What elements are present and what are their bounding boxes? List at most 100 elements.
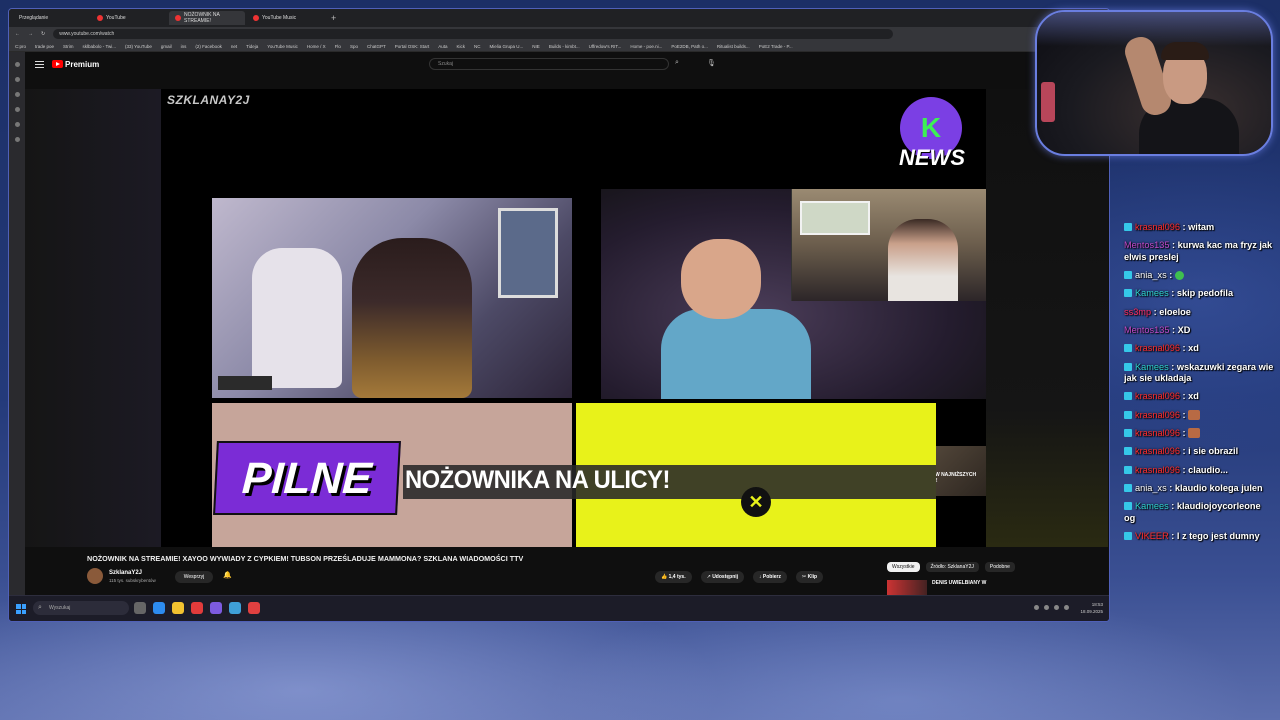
led-light — [1037, 12, 1271, 46]
chat-username: VIKEER — [1135, 530, 1169, 541]
bookmark-item[interactable]: PoE2 Trade - P... — [759, 44, 793, 49]
forward-icon[interactable]: → — [28, 31, 33, 37]
chat-message: Mentos135 : XD — [1124, 324, 1191, 335]
bookmark-item[interactable]: (33) YouTube — [125, 44, 152, 49]
edge-icon[interactable] — [153, 602, 165, 614]
search-input[interactable]: Szukaj — [429, 58, 669, 70]
sidebar-icon[interactable] — [14, 62, 20, 67]
share-button[interactable]: ↗ Udostępnij — [700, 571, 745, 583]
steam-icon[interactable] — [229, 602, 241, 614]
tray-icon[interactable] — [1034, 605, 1039, 610]
bookmark-item[interactable]: gmail — [161, 44, 172, 49]
bookmark-item[interactable]: Portal OSK: Start — [395, 44, 430, 49]
chat-message: Kamees : klaudiojoycorleone og — [1124, 501, 1261, 523]
tab-browsing[interactable]: Przeglądanie — [13, 11, 89, 25]
clip-button[interactable]: ✂ Klip — [795, 571, 824, 583]
chat-username: krasnal096 — [1135, 427, 1180, 438]
bookmark-item[interactable]: PoE2DB, Path o... — [671, 44, 708, 49]
bookmark-item[interactable]: Kick — [457, 44, 466, 49]
bookmark-item[interactable]: YouTube Music — [267, 44, 298, 49]
sidebar-icon[interactable] — [14, 122, 20, 127]
clock-date: 18.09.2025 — [1080, 609, 1103, 614]
app-icon[interactable] — [210, 602, 222, 614]
windows-start-icon[interactable] — [16, 604, 26, 614]
wifi-icon[interactable] — [1054, 605, 1059, 610]
chip-similar[interactable]: Podobne — [984, 562, 1015, 572]
sidebar-icon[interactable] — [14, 107, 20, 112]
bookmark-item[interactable]: ins — [181, 44, 187, 49]
bookmark-item[interactable]: (2) Facebook — [195, 44, 222, 49]
back-icon[interactable]: ← — [15, 31, 20, 37]
bookmark-item[interactable]: Home - poe.ni... — [630, 44, 662, 49]
news-logo-text: NEWS — [899, 145, 965, 170]
task-view-icon[interactable] — [134, 602, 146, 614]
bookmark-item[interactable]: trade poe — [35, 44, 54, 49]
tab-label: NOŻOWNIK NA STREAMIE! — [184, 12, 220, 24]
bookmark-item[interactable]: Auta — [438, 44, 447, 49]
bookmark-item[interactable]: Uffredow's RIT... — [589, 44, 622, 49]
youtube-icon — [97, 15, 103, 21]
url-field[interactable]: www.youtube.com/watch — [53, 29, 894, 39]
taskbar-search[interactable]: Wyszukaj — [33, 601, 129, 615]
bookmark-item[interactable]: C:pro — [15, 44, 26, 49]
opera-icon[interactable] — [191, 602, 203, 614]
bookmark-item[interactable]: Home / X — [307, 44, 326, 49]
bookmark-item[interactable]: Ritualist builds... — [717, 44, 750, 49]
bookmark-item[interactable]: Spo — [350, 44, 358, 49]
sidebar-icon[interactable] — [14, 77, 20, 82]
reload-icon[interactable]: ↻ — [41, 31, 45, 37]
chat-username: krasnal096 — [1135, 222, 1180, 232]
tray-icon[interactable] — [1044, 605, 1049, 610]
bookmark-item[interactable]: Strim — [63, 44, 74, 49]
chat-text: xd — [1188, 391, 1199, 402]
app-icon[interactable] — [248, 602, 260, 614]
bookmark-item[interactable]: Flo — [335, 44, 341, 49]
channel-name[interactable]: SzklanaY2J — [109, 570, 142, 576]
bookmarks-bar: C:pro trade poe Strim sklbabolo - Twi... (33… — [9, 41, 1109, 52]
bookmark-item[interactable]: Mielia Grupa U... — [490, 44, 524, 49]
volume-icon[interactable] — [1064, 605, 1069, 610]
chat-message: krasnal096 : claudio... — [1124, 465, 1274, 477]
youtube-logo[interactable]: Premium — [52, 60, 99, 69]
badge-icon — [1124, 344, 1132, 353]
like-button[interactable]: 👍 1,4 tys. — [655, 571, 692, 583]
bell-icon[interactable]: 🔔 — [223, 571, 232, 579]
chair-shape — [252, 248, 342, 388]
chat-text: i sie obrazil — [1188, 446, 1239, 457]
chip-source[interactable]: Źródło: SzklanaY2J — [925, 562, 979, 572]
badge-icon — [1124, 531, 1132, 540]
bookmark-item[interactable]: NC — [474, 44, 481, 49]
channel-avatar[interactable] — [87, 568, 103, 584]
bookmark-item[interactable]: net — [231, 44, 237, 49]
bookmark-item[interactable]: ChatGPT — [367, 44, 386, 49]
lamp-shape — [1041, 82, 1055, 122]
video-thumbnail — [887, 580, 927, 596]
news-logo: K NEWS — [894, 97, 970, 183]
chat-message: krasnal096 : xd — [1124, 391, 1274, 403]
sidebar-icon[interactable] — [14, 137, 20, 142]
video-player[interactable]: SZKLANAY2J K NEWS ZDOBĄDŹ — [161, 89, 986, 547]
chip-all[interactable]: Wszystkie — [887, 562, 920, 572]
menu-icon[interactable] — [35, 60, 44, 68]
download-button[interactable]: ↓ Pobierz — [753, 571, 787, 583]
chat-username: Kamees — [1135, 501, 1169, 512]
microphone-icon[interactable]: 🎙 — [707, 59, 716, 67]
search-icon[interactable]: ⌕ — [675, 59, 679, 67]
tab-youtube-music[interactable]: YouTube Music — [247, 11, 323, 25]
play-icon — [52, 60, 63, 68]
new-tab-button[interactable]: + — [325, 13, 342, 23]
bookmark-item[interactable]: NIE — [532, 44, 540, 49]
tab-label: YouTube Music — [262, 15, 297, 21]
support-button[interactable]: Wesprzyj — [175, 571, 213, 583]
chat-message: Mentos135 : kurwa kac ma fryz jak elwis … — [1124, 240, 1273, 262]
chat-username: ania_xs — [1135, 270, 1167, 281]
bookmark-item[interactable]: sklbabolo - Twi... — [83, 44, 116, 49]
tab-current-video[interactable]: NOŻOWNIK NA STREAMIE! — [169, 11, 245, 25]
tab-youtube[interactable]: YouTube — [91, 11, 167, 25]
bookmark-item[interactable]: Builds - kimbt... — [549, 44, 580, 49]
clock[interactable]: 18:53 18.09.2025 — [1080, 601, 1103, 615]
bookmark-item[interactable]: Tidеja — [246, 44, 258, 49]
video-camera-inset — [791, 189, 986, 301]
folder-icon[interactable] — [172, 602, 184, 614]
sidebar-icon[interactable] — [14, 92, 20, 97]
